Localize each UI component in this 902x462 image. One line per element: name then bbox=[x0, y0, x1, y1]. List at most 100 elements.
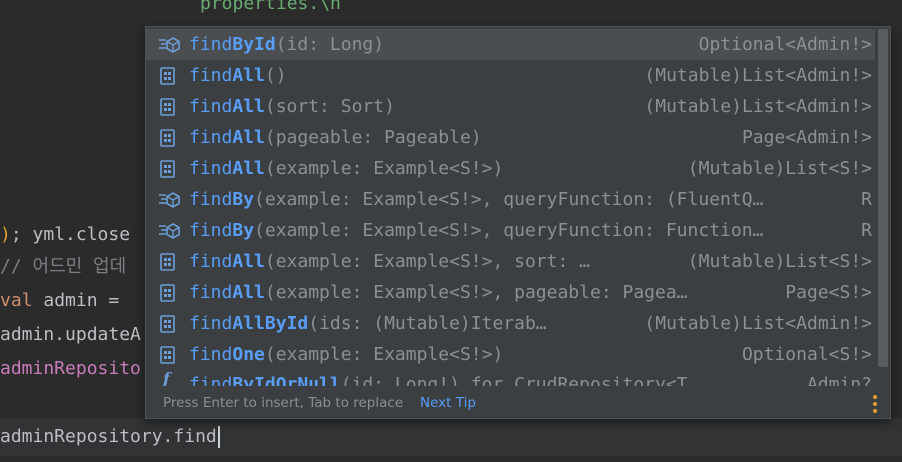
completion-suffix: All bbox=[232, 127, 265, 148]
method-params: () bbox=[264, 65, 287, 86]
method-name: findById bbox=[189, 34, 276, 55]
return-type: Admin? bbox=[806, 374, 872, 386]
code-text: ; yml.close bbox=[10, 224, 131, 245]
return-type: Optional<S!> bbox=[741, 344, 872, 365]
method-params: (id: Long!) for CrudRepository<T, … bbox=[340, 374, 721, 386]
completion-signature: findAll(example: Example<S!>, pageable: … bbox=[189, 277, 688, 308]
completion-suffix: All bbox=[232, 282, 265, 303]
code-line-val-admin[interactable]: val admin = bbox=[0, 289, 130, 313]
more-options-icon[interactable] bbox=[872, 395, 878, 413]
typed-prefix: find bbox=[189, 127, 233, 148]
completion-suffix: All bbox=[232, 251, 265, 272]
completion-item-findall[interactable]: findAll(example: Example<S!>, pageable: … bbox=[146, 277, 876, 308]
method-params: (example: Example<S!>, sort: … bbox=[264, 251, 590, 272]
typed-prefix: find bbox=[189, 34, 233, 55]
method-name: findAll bbox=[189, 158, 265, 179]
completion-suffix: All bbox=[232, 65, 265, 86]
completion-item-findall[interactable]: findAll(pageable: Pageable) Page<Admin!> bbox=[146, 122, 876, 153]
completion-item-findbyid[interactable]: findById(id: Long) Optional<Admin!> bbox=[146, 29, 876, 60]
method-override-icon bbox=[158, 36, 180, 54]
return-type: (Mutable)List<Admin!> bbox=[644, 96, 872, 117]
completion-signature: findAll(example: Example<S!>) bbox=[189, 153, 503, 184]
code-text: adminReposito bbox=[0, 358, 141, 379]
completion-signature: findAllById(ids: (Mutable)Iterab… bbox=[189, 308, 547, 339]
completion-signature: findBy(example: Example<S!>, queryFuncti… bbox=[189, 215, 763, 246]
typed-prefix: find bbox=[189, 251, 233, 272]
next-tip-link[interactable]: Next Tip bbox=[420, 386, 476, 418]
completion-item-findone[interactable]: findOne(example: Example<S!>) Optional<S!… bbox=[146, 339, 876, 370]
completion-suffix: ById bbox=[232, 34, 276, 55]
keyword-val: val bbox=[0, 290, 33, 311]
method-params: (example: Example<S!>) bbox=[264, 344, 504, 365]
code-line-current[interactable]: adminRepository.find bbox=[0, 425, 220, 449]
completion-scrollbar[interactable] bbox=[875, 27, 890, 386]
method-name: findAllById bbox=[189, 313, 308, 334]
return-type: Page<S!> bbox=[785, 282, 872, 303]
typed-prefix: find bbox=[189, 344, 233, 365]
method-params: (example: Example<S!>, queryFunction: (F… bbox=[254, 189, 764, 210]
method-name: findAll bbox=[189, 96, 265, 117]
return-type: (Mutable)List<S!> bbox=[687, 158, 872, 179]
completion-item-findall[interactable]: findAll(example: Example<S!>, sort: … (Mu… bbox=[146, 246, 876, 277]
completion-suffix: All bbox=[232, 158, 265, 179]
svg-text:f: f bbox=[162, 372, 173, 386]
completion-item-findall[interactable]: findAll(sort: Sort) (Mutable)List<Admin!> bbox=[146, 91, 876, 122]
typed-prefix: find bbox=[189, 220, 233, 241]
typed-prefix: find bbox=[189, 158, 233, 179]
method-params: (example: Example<S!>, queryFunction: Fu… bbox=[254, 220, 764, 241]
return-type: R bbox=[861, 189, 872, 210]
completion-signature: findAll(pageable: Pageable) bbox=[189, 122, 482, 153]
code-line-properties[interactable]: properties.\n bbox=[200, 0, 341, 16]
completion-signature: findBy(example: Example<S!>, queryFuncti… bbox=[189, 184, 763, 215]
method-icon bbox=[158, 253, 180, 271]
typed-prefix: find bbox=[189, 313, 233, 334]
completion-suffix: One bbox=[232, 344, 265, 365]
method-params: (pageable: Pageable) bbox=[264, 127, 482, 148]
insert-hint-text: Press Enter to insert, Tab to replace bbox=[163, 395, 404, 411]
completion-signature: findOne(example: Example<S!>) bbox=[189, 339, 503, 370]
code-line-comment[interactable]: // 어드민 업데 bbox=[0, 255, 126, 279]
code-line-admin-repository[interactable]: adminReposito bbox=[0, 357, 141, 381]
completion-footer: Press Enter to insert, Tab to replace Ne… bbox=[146, 386, 890, 418]
completion-suffix: ByIdOrNull bbox=[232, 374, 341, 386]
method-icon bbox=[158, 160, 180, 178]
completion-item-findby[interactable]: findBy(example: Example<S!>, queryFuncti… bbox=[146, 184, 876, 215]
completion-suffix: By bbox=[232, 220, 255, 241]
typed-prefix: find bbox=[189, 96, 233, 117]
method-icon bbox=[158, 129, 180, 147]
method-name: findBy bbox=[189, 220, 254, 241]
completion-item-findby[interactable]: findBy(example: Example<S!>, queryFuncti… bbox=[146, 215, 876, 246]
function-icon: f bbox=[158, 372, 180, 386]
return-type: Page<Admin!> bbox=[741, 127, 872, 148]
method-name: findAll bbox=[189, 282, 265, 303]
scrollbar-thumb[interactable] bbox=[878, 29, 888, 367]
method-icon bbox=[158, 315, 180, 333]
method-override-icon bbox=[158, 191, 180, 209]
code-line-admin-update[interactable]: admin.updateA bbox=[0, 323, 141, 347]
return-type: Optional<Admin!> bbox=[698, 34, 872, 55]
method-name: findAll bbox=[189, 251, 265, 272]
completion-signature: findById(id: Long) bbox=[189, 29, 384, 60]
typed-prefix: find bbox=[189, 282, 233, 303]
method-name: findAll bbox=[189, 65, 265, 86]
completion-item-findall[interactable]: findAll() (Mutable)List<Admin!> bbox=[146, 60, 876, 91]
typed-prefix: find bbox=[189, 65, 233, 86]
completion-signature: findByIdOrNull(id: Long!) for CrudReposi… bbox=[189, 372, 720, 386]
method-icon bbox=[158, 284, 180, 302]
code-comment: // 어드민 업데 bbox=[0, 256, 127, 277]
code-text: admin = bbox=[32, 290, 131, 311]
code-text: properties.\n bbox=[200, 0, 341, 14]
completion-item-findbyidornull[interactable]: f findByIdOrNull(id: Long!) for CrudRepos… bbox=[146, 372, 876, 386]
completion-item-findall[interactable]: findAll(example: Example<S!>) (Mutable)Li… bbox=[146, 153, 876, 184]
method-name: findBy bbox=[189, 189, 254, 210]
completion-item-findallbyid[interactable]: findAllById(ids: (Mutable)Iterab… (Mutabl… bbox=[146, 308, 876, 339]
method-icon bbox=[158, 346, 180, 364]
completion-suffix: By bbox=[232, 189, 255, 210]
code-completion-popup[interactable]: findById(id: Long) Optional<Admin!> findAl… bbox=[145, 26, 891, 419]
method-name: findAll bbox=[189, 127, 265, 148]
completion-list[interactable]: findById(id: Long) Optional<Admin!> findAl… bbox=[146, 27, 876, 386]
completion-suffix: AllById bbox=[232, 313, 309, 334]
code-line-yml-close[interactable]: ); yml.close bbox=[0, 223, 130, 247]
method-icon bbox=[158, 98, 180, 116]
method-params: (example: Example<S!>, pageable: Pagea… bbox=[264, 282, 688, 303]
